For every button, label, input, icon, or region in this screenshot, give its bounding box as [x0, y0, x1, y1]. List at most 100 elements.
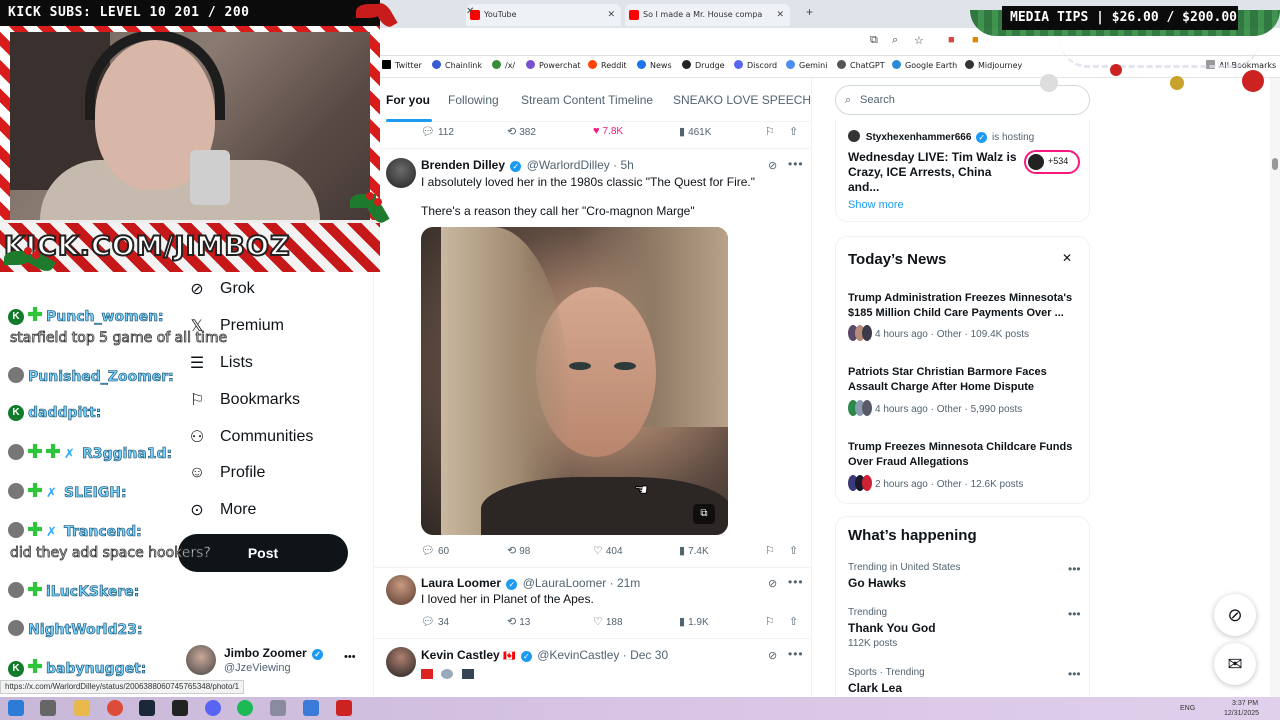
new-tab-icon[interactable]: + — [806, 5, 813, 19]
grok-icon[interactable]: ⊘ — [1214, 594, 1256, 636]
author-handle[interactable]: @WarlordDilley — [527, 158, 610, 172]
scrollbar[interactable] — [1270, 78, 1280, 698]
bookmark-discord[interactable]: Discord — [734, 60, 777, 70]
tab-youtube[interactable]: YouTube ✕ — [466, 4, 621, 26]
cast-icon[interactable]: ⧉ — [870, 34, 878, 47]
nav-grok[interactable]: ⊘ Grok — [186, 273, 254, 305]
share-button[interactable]: ⇧ — [789, 125, 801, 138]
all-bookmarks[interactable]: All Bookmarks — [1206, 60, 1276, 70]
grok-icon[interactable]: ⊘ — [768, 649, 777, 662]
trend-name[interactable]: Thank You God — [848, 621, 936, 635]
avatar[interactable] — [386, 158, 416, 188]
nav-more[interactable]: ⊙ More — [186, 494, 256, 526]
live-listeners[interactable]: +534 — [1024, 150, 1080, 174]
nav-communities[interactable]: ⚇ Communities — [186, 421, 314, 453]
share-button[interactable]: ⇧ — [789, 544, 801, 557]
more-options-icon[interactable]: ••• — [788, 575, 804, 589]
views-button[interactable]: ▮ 7.4K — [679, 544, 709, 557]
author-name[interactable]: Brenden Dilley — [421, 158, 505, 172]
reply-button[interactable]: 💬︎ 112 — [421, 125, 454, 138]
windows-start-icon[interactable] — [8, 700, 24, 716]
views-button[interactable]: ▮ 461K — [679, 125, 711, 138]
more-options-icon[interactable]: ••• — [788, 647, 804, 661]
bookmark-chainlink[interactable]: Chainlink — [432, 60, 482, 70]
more-options-icon[interactable]: ••• — [1068, 562, 1081, 576]
trend-name[interactable]: Go Hawks — [848, 576, 906, 590]
extension-icon[interactable]: ■ — [972, 34, 979, 46]
views-button[interactable]: ▮ 1.9K — [679, 615, 709, 628]
bookmark-button[interactable]: ⚐ — [765, 544, 778, 557]
news-headline[interactable]: Trump Freezes Minnesota Childcare Funds … — [848, 440, 1080, 470]
repost-button[interactable]: ⟲ 98 — [507, 544, 530, 557]
bookmark-x-board[interactable]: /x/ — [492, 60, 515, 70]
chrome-icon[interactable] — [107, 700, 123, 716]
tweet-time[interactable]: 5h — [621, 158, 634, 172]
app-icon[interactable] — [336, 700, 352, 716]
bookmark-twitter[interactable]: Twitter — [382, 60, 422, 70]
bookmark-google-earth[interactable]: Google Earth — [892, 60, 957, 70]
spotify-icon[interactable] — [237, 700, 253, 716]
task-view-icon[interactable] — [40, 700, 56, 716]
host-name[interactable]: Styxhexenhammer666 — [866, 132, 972, 143]
avatar[interactable] — [386, 647, 416, 677]
zoom-icon[interactable]: ⌕ — [892, 34, 898, 47]
close-icon[interactable]: ✕ — [776, 4, 784, 26]
news-headline[interactable]: Patriots Star Christian Barmore Faces As… — [848, 365, 1080, 395]
bookmark-chatgpt[interactable]: ChatGPT — [837, 60, 885, 70]
author-name[interactable]: Laura Loomer — [421, 576, 501, 590]
terminal-icon[interactable] — [172, 700, 188, 716]
grok-icon[interactable]: ⊘ — [768, 159, 777, 172]
share-button[interactable]: ⇧ — [789, 615, 801, 628]
like-button[interactable]: ♡ 404 — [593, 544, 623, 557]
tab-stream-content-timeline[interactable]: Stream Content Timeline — [521, 93, 653, 107]
like-button[interactable]: ♡ 188 — [593, 615, 623, 628]
bookmark-gemini[interactable]: Gemini — [786, 60, 827, 70]
news-headline[interactable]: Trump Administration Freezes Minnesota's… — [848, 291, 1080, 321]
address-bar[interactable]: ⧉ ⌕ ☆ ■ ■ — [370, 28, 1280, 56]
nav-profile[interactable]: ☺ Profile — [186, 457, 266, 489]
scroll-thumb[interactable] — [1272, 158, 1278, 170]
close-icon[interactable]: ✕ — [1062, 251, 1072, 265]
close-icon[interactable]: ✕ — [607, 4, 615, 26]
nav-lists[interactable]: ☰ Lists — [186, 347, 253, 379]
discord-icon[interactable] — [205, 700, 221, 716]
live-title[interactable]: Wednesday LIVE: Tim Walz is Crazy, ICE A… — [848, 150, 1018, 195]
show-more-link[interactable]: Show more — [848, 199, 904, 211]
bookmark-drudge[interactable]: Drudge — [682, 60, 725, 70]
repost-button[interactable]: ⟲ 13 — [507, 615, 530, 628]
image-edit-icon[interactable]: ⧉ — [693, 504, 715, 524]
bookmark-button[interactable]: ⚐ — [765, 125, 778, 138]
author-handle[interactable]: @LauraLoomer — [523, 576, 607, 590]
steam-icon[interactable] — [139, 700, 155, 716]
tab-for-you[interactable]: For you — [386, 93, 430, 107]
tweet-photo[interactable] — [421, 227, 728, 535]
bookmark-powerchat[interactable]: Powerchat — [526, 60, 581, 70]
close-icon[interactable]: ✕ — [466, 6, 474, 17]
bookmark-button[interactable]: ⚐ — [765, 615, 778, 628]
trend-name[interactable]: Clark Lea — [848, 681, 902, 695]
tab-mr-house[interactable]: So I made a Mr. House compa ✕ — [625, 4, 790, 26]
bookmark-midjourney[interactable]: Midjourney — [965, 60, 1022, 70]
more-options-icon[interactable]: ••• — [1068, 667, 1081, 681]
star-icon[interactable]: ☆ — [914, 34, 924, 47]
tweet-time[interactable]: Dec 30 — [630, 648, 668, 662]
file-explorer-icon[interactable] — [74, 700, 90, 716]
reply-button[interactable]: 💬︎ 60 — [421, 544, 449, 557]
avatar[interactable] — [386, 575, 416, 605]
author-name[interactable]: Kevin Castley — [421, 648, 500, 662]
more-options-icon[interactable]: ••• — [788, 157, 804, 171]
account-switcher[interactable]: Jimbo Zoomer ✓ @JzeViewing ••• — [186, 645, 366, 685]
more-options-icon[interactable]: ••• — [344, 651, 356, 663]
author-handle[interactable]: @KevinCastley — [537, 648, 619, 662]
bookmark-reddit[interactable]: Reddit — [588, 60, 627, 70]
bookmark-news[interactable]: News — [637, 60, 672, 70]
grok-icon[interactable]: ⊘ — [768, 577, 777, 590]
app-icon[interactable] — [303, 700, 319, 716]
nav-bookmarks[interactable]: ⚐ Bookmarks — [186, 384, 300, 416]
like-button[interactable]: ♥ 7.8K — [593, 125, 623, 137]
app-icon[interactable] — [270, 700, 286, 716]
repost-button[interactable]: ⟲ 382 — [507, 125, 536, 138]
more-options-icon[interactable]: ••• — [1068, 607, 1081, 621]
reply-button[interactable]: 💬︎ 34 — [421, 615, 449, 628]
tab-sneako-love-speech[interactable]: SNEAKO LOVE SPEECH — [673, 93, 811, 107]
